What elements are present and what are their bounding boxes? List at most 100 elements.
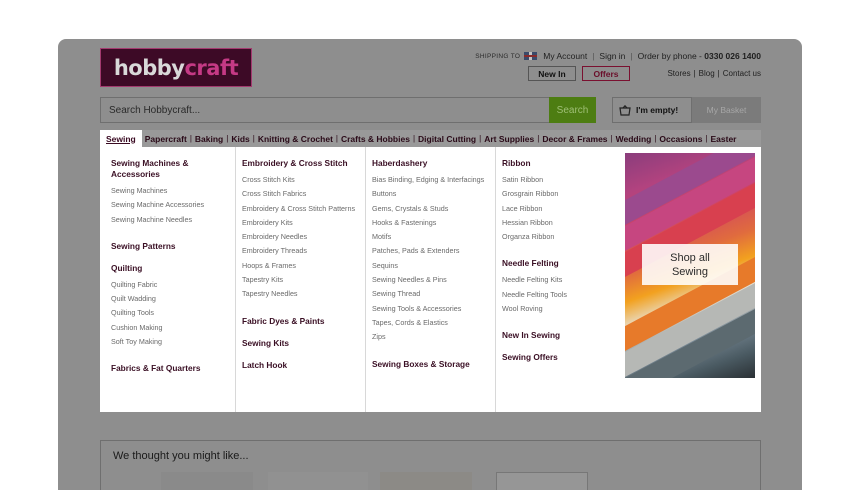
menu-column-3: Haberdashery Bias Binding, Edging & Inte… bbox=[365, 147, 495, 412]
menu-heading-embroidery[interactable]: Embroidery & Cross Stitch bbox=[242, 158, 365, 169]
nav-item-papercraft[interactable]: Papercraft bbox=[142, 134, 190, 144]
my-basket-button[interactable]: My Basket bbox=[692, 97, 761, 123]
menu-link[interactable]: Grosgrain Ribbon bbox=[502, 187, 625, 201]
menu-link[interactable]: Satin Ribbon bbox=[502, 173, 625, 187]
nav-item-wedding[interactable]: Wedding bbox=[613, 134, 655, 144]
uk-flag-icon[interactable] bbox=[524, 52, 538, 60]
nav-item-crafts-hobbies[interactable]: Crafts & Hobbies bbox=[338, 134, 413, 144]
menu-link[interactable]: Motifs bbox=[372, 230, 495, 244]
nav-item-easter[interactable]: Easter bbox=[708, 134, 740, 144]
menu-link[interactable]: Patches, Pads & Extenders bbox=[372, 244, 495, 258]
browser-viewport: hobbycraft SHIPPING TO My Account | Sign… bbox=[58, 39, 802, 490]
menu-link[interactable]: Tapestry Kits bbox=[242, 273, 365, 287]
product-thumbnail[interactable] bbox=[496, 472, 588, 490]
menu-link[interactable]: Needle Felting Kits bbox=[502, 273, 625, 287]
page: hobbycraft SHIPPING TO My Account | Sign… bbox=[100, 39, 761, 490]
menu-link[interactable]: Sewing Thread bbox=[372, 287, 495, 301]
stores-link[interactable]: Stores bbox=[667, 69, 690, 78]
product-thumbnail[interactable] bbox=[380, 472, 472, 490]
menu-heading-haberdashery[interactable]: Haberdashery bbox=[372, 158, 495, 169]
menu-link[interactable]: Gems, Crystals & Studs bbox=[372, 202, 495, 216]
menu-link[interactable]: Sewing Needles & Pins bbox=[372, 273, 495, 287]
hobbycraft-logo[interactable]: hobbycraft bbox=[100, 48, 252, 87]
menu-heading-needle-felting[interactable]: Needle Felting bbox=[502, 258, 625, 269]
promo-line-1: Shop all bbox=[670, 251, 710, 264]
menu-link[interactable]: Cross Stitch Fabrics bbox=[242, 187, 365, 201]
menu-heading-quilting[interactable]: Quilting bbox=[111, 263, 235, 274]
menu-link[interactable]: Needle Felting Tools bbox=[502, 288, 625, 302]
separator: | bbox=[630, 51, 633, 61]
menu-heading-sewing-machines[interactable]: Sewing Machines & Accessories bbox=[111, 158, 206, 180]
menu-heading-new-in-sewing[interactable]: New In Sewing bbox=[502, 330, 625, 341]
menu-link[interactable]: Zips bbox=[372, 330, 495, 344]
menu-link[interactable]: Organza Ribbon bbox=[502, 230, 625, 244]
shop-all-sewing-label[interactable]: Shop all Sewing bbox=[642, 244, 738, 285]
recommendations-section: We thought you might like... bbox=[100, 440, 761, 490]
my-account-link[interactable]: My Account bbox=[543, 51, 587, 61]
menu-link[interactable]: Sewing Tools & Accessories bbox=[372, 302, 495, 316]
logo-text-craft: craft bbox=[184, 55, 239, 80]
offers-button[interactable]: Offers bbox=[582, 66, 630, 81]
order-by-phone-label: Order by phone - bbox=[637, 51, 702, 61]
menu-link[interactable]: Embroidery Needles bbox=[242, 230, 365, 244]
shop-all-sewing-promo[interactable]: Shop all Sewing bbox=[625, 153, 755, 378]
new-in-button[interactable]: New In bbox=[528, 66, 576, 81]
nav-item-sewing[interactable]: Sewing bbox=[100, 130, 142, 147]
menu-link[interactable]: Quilting Fabric bbox=[111, 278, 235, 292]
product-thumbnail[interactable] bbox=[268, 472, 368, 490]
basket-empty-label: I'm empty! bbox=[636, 105, 679, 115]
phone-number: 0330 026 1400 bbox=[704, 51, 761, 61]
basket-status[interactable]: I'm empty! bbox=[612, 97, 692, 123]
menu-link[interactable]: Tapestry Needles bbox=[242, 287, 365, 301]
menu-heading-sewing-boxes[interactable]: Sewing Boxes & Storage bbox=[372, 359, 495, 370]
menu-link[interactable]: Hooks & Fastenings bbox=[372, 216, 495, 230]
sewing-mega-menu: Sewing Machines & Accessories Sewing Mac… bbox=[100, 147, 761, 412]
search-button[interactable]: Search bbox=[549, 97, 596, 123]
product-thumbnail[interactable] bbox=[161, 472, 253, 490]
menu-link[interactable]: Sewing Machines bbox=[111, 184, 235, 198]
contact-us-link[interactable]: Contact us bbox=[723, 69, 761, 78]
menu-link[interactable]: Embroidery Kits bbox=[242, 216, 365, 230]
separator: | bbox=[693, 69, 696, 78]
menu-link[interactable]: Sewing Machine Needles bbox=[111, 213, 235, 227]
basket-icon bbox=[619, 104, 631, 116]
menu-link[interactable]: Lace Ribbon bbox=[502, 202, 625, 216]
nav-item-art-supplies[interactable]: Art Supplies bbox=[481, 134, 537, 144]
menu-heading-sewing-offers[interactable]: Sewing Offers bbox=[502, 352, 625, 363]
secondary-links: Stores | Blog | Contact us bbox=[667, 69, 761, 78]
menu-link[interactable]: Tapes, Cords & Elastics bbox=[372, 316, 495, 330]
menu-link[interactable]: Quilt Wadding bbox=[111, 292, 235, 306]
blog-link[interactable]: Blog bbox=[699, 69, 715, 78]
menu-link[interactable]: Buttons bbox=[372, 187, 495, 201]
menu-link[interactable]: Quilting Tools bbox=[111, 306, 235, 320]
menu-heading-fabric-dyes[interactable]: Fabric Dyes & Paints bbox=[242, 316, 365, 327]
promo-line-2: Sewing bbox=[671, 265, 709, 278]
menu-link[interactable]: Cushion Making bbox=[111, 321, 235, 335]
menu-column-2: Embroidery & Cross Stitch Cross Stitch K… bbox=[235, 147, 365, 412]
menu-heading-sewing-patterns[interactable]: Sewing Patterns bbox=[111, 241, 235, 252]
recommendations-title: We thought you might like... bbox=[113, 450, 249, 462]
nav-item-digital-cutting[interactable]: Digital Cutting bbox=[415, 134, 479, 144]
nav-item-decor-frames[interactable]: Decor & Frames bbox=[539, 134, 610, 144]
menu-link[interactable]: Bias Binding, Edging & Interfacings bbox=[372, 173, 495, 187]
menu-heading-sewing-kits[interactable]: Sewing Kits bbox=[242, 338, 365, 349]
menu-heading-fabrics[interactable]: Fabrics & Fat Quarters bbox=[111, 363, 235, 374]
menu-link[interactable]: Sewing Machine Accessories bbox=[111, 198, 235, 212]
nav-item-knitting-crochet[interactable]: Knitting & Crochet bbox=[255, 134, 336, 144]
menu-link[interactable]: Hessian Ribbon bbox=[502, 216, 625, 230]
menu-heading-ribbon[interactable]: Ribbon bbox=[502, 158, 625, 169]
menu-link[interactable]: Soft Toy Making bbox=[111, 335, 235, 349]
menu-link[interactable]: Embroidery Threads bbox=[242, 244, 365, 258]
nav-item-baking[interactable]: Baking bbox=[192, 134, 226, 144]
shipping-label: SHIPPING TO bbox=[475, 52, 521, 60]
menu-link[interactable]: Sequins bbox=[372, 259, 495, 273]
menu-heading-latch-hook[interactable]: Latch Hook bbox=[242, 360, 365, 371]
search-input[interactable] bbox=[101, 98, 549, 122]
menu-link[interactable]: Hoops & Frames bbox=[242, 259, 365, 273]
nav-item-kids[interactable]: Kids bbox=[228, 134, 252, 144]
nav-item-occasions[interactable]: Occasions bbox=[656, 134, 705, 144]
menu-link[interactable]: Embroidery & Cross Stitch Patterns bbox=[242, 202, 365, 216]
menu-link[interactable]: Cross Stitch Kits bbox=[242, 173, 365, 187]
sign-in-link[interactable]: Sign in bbox=[599, 51, 625, 61]
menu-link[interactable]: Wool Roving bbox=[502, 302, 625, 316]
